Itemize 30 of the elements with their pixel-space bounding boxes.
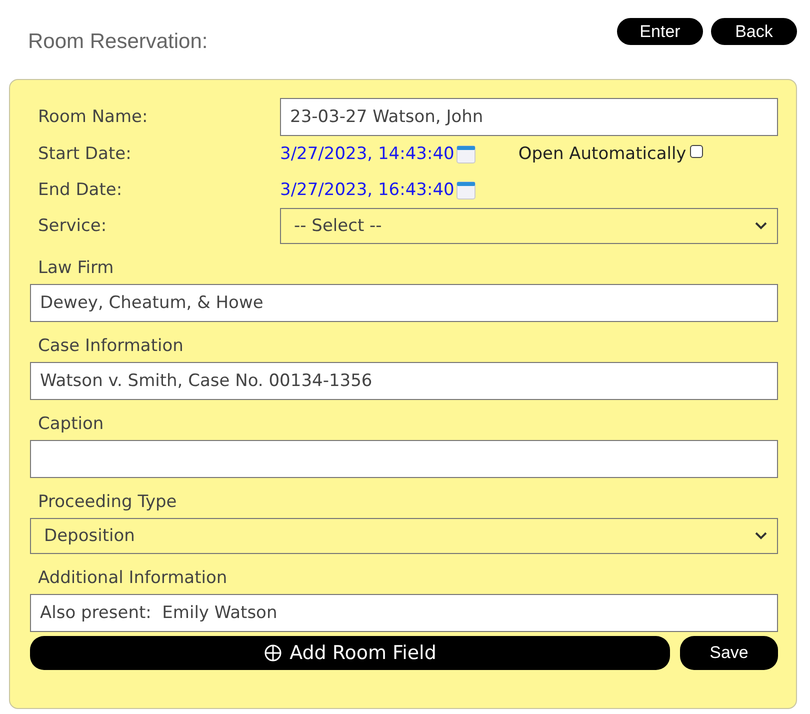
checkbox[interactable] (690, 144, 704, 158)
calendar-icon[interactable] (456, 180, 476, 200)
page-title: Room Reservation: (28, 30, 208, 55)
field-label: Case Information (37, 336, 184, 356)
header-button[interactable]: Back (711, 18, 797, 45)
field-label: Caption (37, 414, 105, 434)
dropdown[interactable]: -- Select -- (280, 208, 778, 244)
field-label: Additional Information (37, 568, 228, 588)
header-button[interactable]: Enter (617, 18, 703, 45)
chevron-icon (755, 532, 767, 540)
field-label: Start Date: (37, 144, 132, 164)
text-field[interactable]: 23-03-27 Watson, John (280, 98, 778, 136)
dropdown[interactable]: Deposition (30, 518, 778, 554)
field-label: Room Name: (37, 107, 149, 127)
calendar-icon[interactable] (456, 144, 476, 164)
text-field[interactable]: Dewey, Cheatum, & Howe (30, 284, 778, 322)
checkbox-label: Open Automatically (518, 144, 686, 164)
text-field[interactable]: Watson v. Smith, Case No. 00134-1356 (30, 362, 778, 400)
text-field[interactable] (30, 440, 778, 478)
field-label: Proceeding Type (37, 492, 178, 512)
text-field[interactable]: Also present: Emily Watson (30, 594, 778, 632)
date-link[interactable]: 3/27/2023, 16:43:40 (280, 180, 454, 200)
add-field-button[interactable]: Add Room Field (30, 636, 670, 670)
save-button[interactable]: Save (680, 636, 778, 670)
field-label: Law Firm (37, 258, 115, 278)
date-link[interactable]: 3/27/2023, 14:43:40 (280, 144, 454, 164)
field-label: Service: (37, 216, 108, 236)
field-label: End Date: (37, 180, 124, 200)
add-icon (264, 644, 282, 662)
chevron-icon (755, 222, 767, 230)
